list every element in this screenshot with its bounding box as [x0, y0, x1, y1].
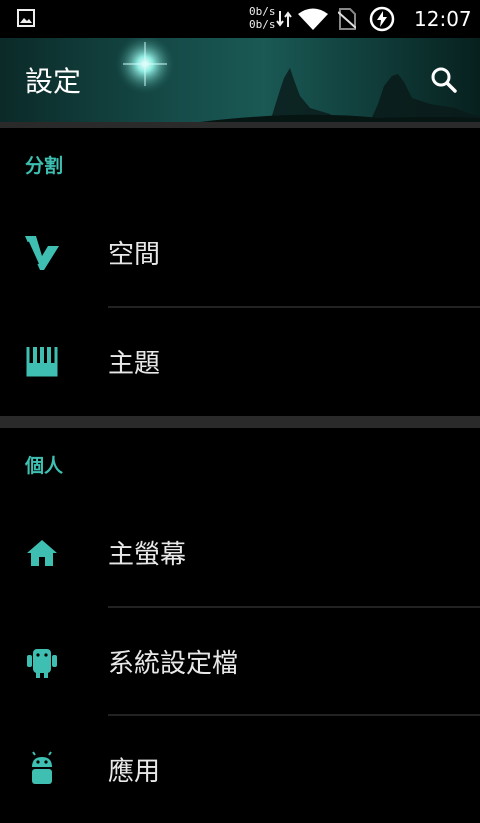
network-up-speed: 0b/s — [249, 5, 276, 18]
image-icon — [17, 9, 35, 27]
section-header-split: 分割 — [25, 155, 64, 177]
section-header-personal: 個人 — [25, 455, 64, 477]
battery-charging-icon — [369, 6, 395, 32]
page-title: 設定 — [25, 65, 82, 98]
settings-item-home-screen[interactable]: 主螢幕 — [0, 498, 480, 606]
network-speed: 0b/s 0b/s — [249, 5, 279, 31]
theme-icon — [26, 347, 58, 377]
network-down-speed: 0b/s — [249, 18, 276, 31]
settings-item-theme[interactable]: 主題 — [0, 307, 480, 415]
settings-item-system-profiles[interactable]: 系統設定檔 — [0, 607, 480, 715]
space-v-icon — [25, 236, 59, 270]
section-divider — [0, 416, 480, 428]
no-sim-icon — [338, 8, 356, 30]
home-icon — [27, 540, 57, 566]
settings-item-label: 應用 — [108, 757, 161, 787]
section-divider-top — [0, 122, 480, 128]
android-apps-icon — [32, 751, 52, 784]
wifi-icon — [298, 8, 328, 30]
clock: 12:07 — [414, 7, 472, 31]
data-arrows-icon — [276, 11, 292, 27]
search-icon[interactable] — [424, 60, 464, 100]
settings-item-space[interactable]: 空間 — [0, 198, 480, 306]
settings-item-apps[interactable]: 應用 — [0, 715, 480, 823]
settings-item-label: 空間 — [108, 240, 161, 270]
status-bar: 0b/s 0b/s 12:07 — [0, 0, 480, 38]
settings-item-label: 主題 — [108, 349, 161, 379]
settings-item-label: 系統設定檔 — [108, 649, 239, 679]
android-profile-icon — [27, 649, 57, 678]
settings-item-label: 主螢幕 — [108, 540, 187, 570]
toolbar: 設定 — [0, 38, 480, 122]
